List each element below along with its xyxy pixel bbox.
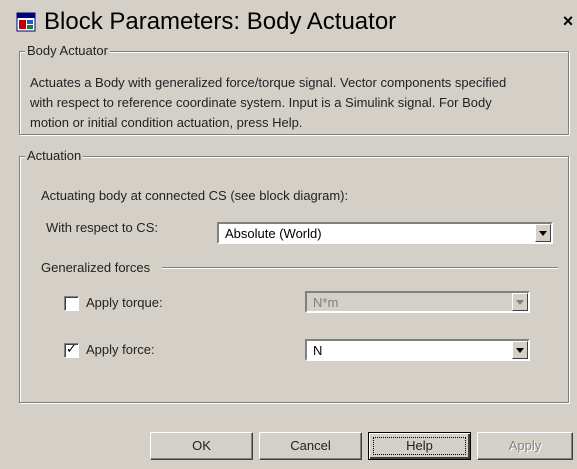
apply-force-checkbox[interactable]: ✓ <box>64 341 79 358</box>
help-button[interactable]: Help <box>368 432 471 460</box>
simulink-block-icon <box>16 12 36 32</box>
force-unit-select[interactable]: N <box>305 339 530 361</box>
block-parameters-dialog: Block Parameters: Body Actuator × Body A… <box>0 0 577 469</box>
cancel-button[interactable]: Cancel <box>259 432 362 460</box>
apply-button[interactable]: Apply <box>477 432 573 460</box>
window-title: Block Parameters: Body Actuator <box>44 8 397 35</box>
chevron-down-icon[interactable] <box>512 293 528 311</box>
body-actuator-group-label: Body Actuator <box>25 43 110 59</box>
block-description: Actuates a Body with generalized force/t… <box>30 75 507 130</box>
torque-unit-value: N*m <box>313 295 339 310</box>
generalized-forces-divider <box>162 267 558 269</box>
generalized-forces-label: Generalized forces <box>41 260 151 275</box>
ok-button[interactable]: OK <box>150 432 253 460</box>
force-unit-value: N <box>313 343 323 358</box>
checkmark-icon: ✓ <box>66 341 77 356</box>
apply-torque-label: Apply torque: <box>86 295 163 310</box>
apply-torque-checkbox[interactable] <box>64 296 79 311</box>
respect-to-cs-label: With respect to CS: <box>46 220 158 235</box>
close-icon[interactable]: × <box>559 11 577 31</box>
title-bar: Block Parameters: Body Actuator × <box>10 5 577 39</box>
respect-to-cs-value: Absolute (World) <box>225 226 322 241</box>
respect-to-cs-select[interactable]: Absolute (World) <box>217 222 553 244</box>
chevron-down-icon[interactable] <box>535 224 551 242</box>
actuation-group-label: Actuation <box>25 148 84 164</box>
torque-unit-select[interactable]: N*m <box>305 291 530 313</box>
chevron-down-icon[interactable] <box>512 341 528 359</box>
apply-force-label: Apply force: <box>86 342 155 357</box>
connected-cs-text: Actuating body at connected CS (see bloc… <box>41 188 349 203</box>
focus-rect <box>373 437 466 455</box>
